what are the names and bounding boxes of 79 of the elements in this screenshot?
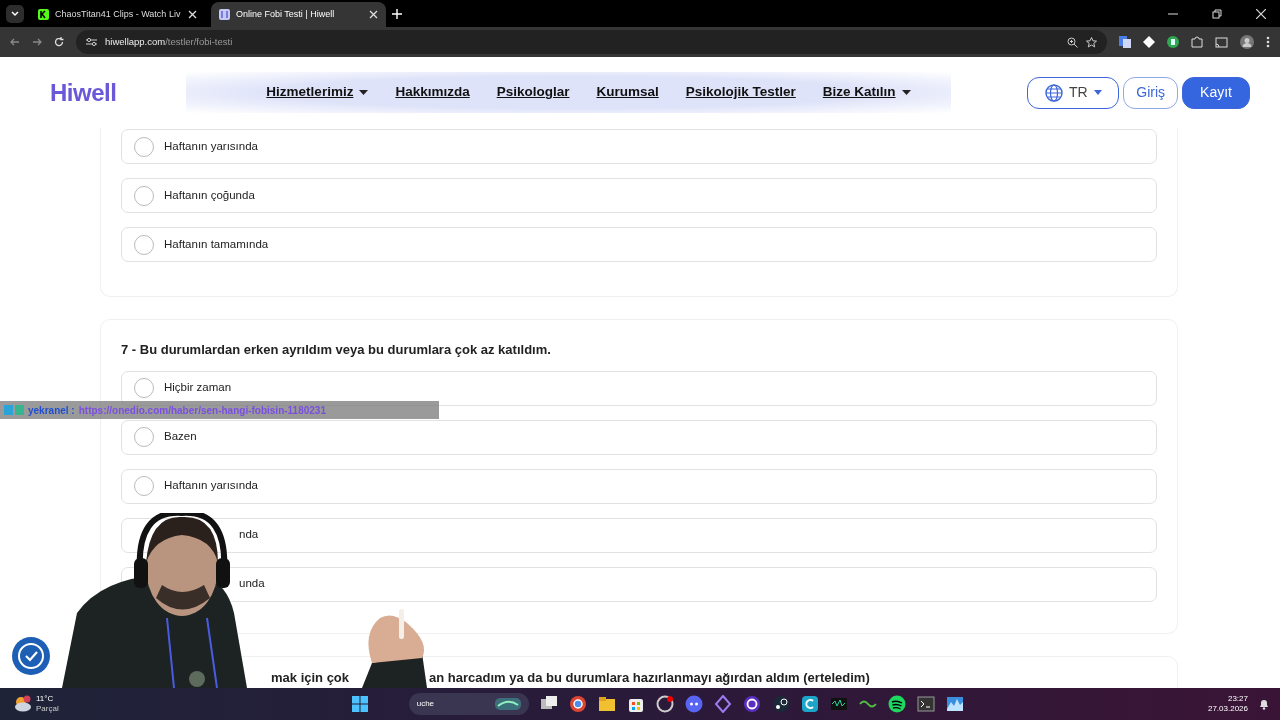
register-button[interactable]: Kayıt: [1182, 76, 1250, 109]
chat-badges-icon: [4, 405, 24, 415]
weather-icon: [12, 695, 32, 713]
question-title: 7 - Bu durumlardan erken ayrıldım veya bu durumlara çok az katıldım.: [121, 341, 552, 359]
option-label: unda: [239, 576, 265, 592]
language-button[interactable]: TR: [1027, 76, 1120, 109]
answer-option[interactable]: Bazen: [121, 419, 1157, 455]
option-label: nda: [239, 527, 259, 543]
terminal-icon[interactable]: [916, 695, 935, 713]
answer-option[interactable]: Haftanın yarısında: [121, 129, 1157, 164]
diamond-icon[interactable]: [1143, 36, 1155, 48]
option-label: Bazen: [164, 429, 197, 445]
new-tab-icon[interactable]: [392, 8, 402, 19]
diamond-app-icon[interactable]: [713, 695, 732, 713]
option-label: Haftanın yarısında: [164, 138, 258, 154]
option-label: Hiçbir zaman: [164, 380, 232, 396]
close-icon[interactable]: [1256, 8, 1266, 19]
address-bar[interactable]: hiwellapp.com/testler/fobi-testi: [76, 30, 1107, 54]
option-label: Haftanın yarısında: [164, 478, 258, 494]
search-field[interactable]: uche: [408, 693, 529, 715]
close-icon[interactable]: [369, 10, 378, 19]
nav-link[interactable]: Hizmetlerimiz: [266, 82, 369, 103]
windows-icon[interactable]: [351, 696, 368, 712]
folder-icon[interactable]: [597, 695, 616, 713]
puzzle-icon[interactable]: [1191, 36, 1203, 48]
globe-icon: [1044, 83, 1063, 102]
site-settings-icon: [86, 37, 97, 47]
login-button[interactable]: Giriş: [1123, 76, 1179, 109]
clock[interactable]: 23:27 27.03.2026: [1207, 694, 1248, 714]
tab-title: Online Fobi Testi | Hiwell: [236, 7, 336, 21]
site-favicon-icon: [219, 9, 230, 20]
tab-list-button[interactable]: [6, 4, 24, 23]
nav-link[interactable]: Hakkımızda: [395, 82, 470, 103]
answer-option[interactable]: nda: [121, 517, 1157, 553]
browser-tab[interactable]: ChaosTitan41 Clips - Watch Liv: [30, 2, 205, 27]
k-logo-icon: [38, 9, 49, 20]
cast-icon[interactable]: [1215, 36, 1228, 48]
site-logo[interactable]: Hiwell: [50, 80, 117, 105]
nav-link[interactable]: Kurumsal: [596, 82, 659, 103]
ring-icon[interactable]: [742, 695, 761, 713]
translate-icon[interactable]: [1119, 36, 1131, 48]
restore-icon[interactable]: [1212, 8, 1222, 19]
browser-tab[interactable]: Online Fobi Testi | Hiwell: [211, 2, 386, 27]
question-title: mak için çok: [271, 668, 350, 687]
option-label: Haftanın tamamında: [164, 236, 269, 252]
chat-app-icon[interactable]: [684, 695, 703, 713]
reload-icon[interactable]: [54, 37, 64, 47]
chevron-down-icon: [10, 8, 20, 19]
avatar-icon[interactable]: [1240, 35, 1254, 49]
answer-option[interactable]: Haftanın tamamında: [121, 227, 1157, 262]
more-icon[interactable]: [1266, 36, 1270, 48]
browser-icon[interactable]: [568, 695, 587, 713]
nav-link[interactable]: Bize Katılın: [822, 82, 911, 103]
nav-link[interactable]: Psikolojik Testler: [685, 82, 796, 103]
chart-app-icon[interactable]: [945, 695, 964, 713]
tab-title: ChaosTitan41 Clips - Watch Liv: [55, 7, 182, 21]
waveform-icon[interactable]: [829, 695, 848, 713]
answer-option[interactable]: Haftanın çoğunda: [121, 178, 1157, 213]
weather-widget[interactable]: 11°C Parçal: [12, 694, 59, 714]
music-app-icon[interactable]: [887, 695, 906, 713]
aperture-icon[interactable]: [655, 695, 674, 713]
zoom-icon[interactable]: [1067, 36, 1078, 48]
url-text: hiwellapp.com/testler/fobi-testi: [105, 34, 234, 49]
back-icon[interactable]: [10, 37, 20, 47]
bell-icon[interactable]: [1258, 698, 1270, 710]
accessibility-icon[interactable]: [12, 637, 50, 675]
answer-option[interactable]: Haftanın yarısında: [121, 468, 1157, 504]
forward-icon[interactable]: [32, 37, 42, 47]
game-store-icon[interactable]: [771, 695, 790, 713]
letter-app-icon[interactable]: [800, 695, 819, 713]
extension-circle-icon[interactable]: [1167, 36, 1179, 48]
close-icon[interactable]: [188, 10, 197, 19]
star-icon[interactable]: [1086, 36, 1097, 48]
nav-link[interactable]: Psikologlar: [496, 82, 570, 103]
option-label: Haftanın çoğunda: [164, 187, 255, 203]
question-title: an harcadım ya da bu durumlara hazırlanmayı ağırdan aldım (erteledim): [429, 668, 870, 687]
caret-icon: [1093, 90, 1102, 95]
aurora-icon: [494, 698, 521, 710]
chat-message-toast: yekranel : https://onedio.com/haber/sen-hangi-fobisin-1180231: [0, 401, 439, 419]
